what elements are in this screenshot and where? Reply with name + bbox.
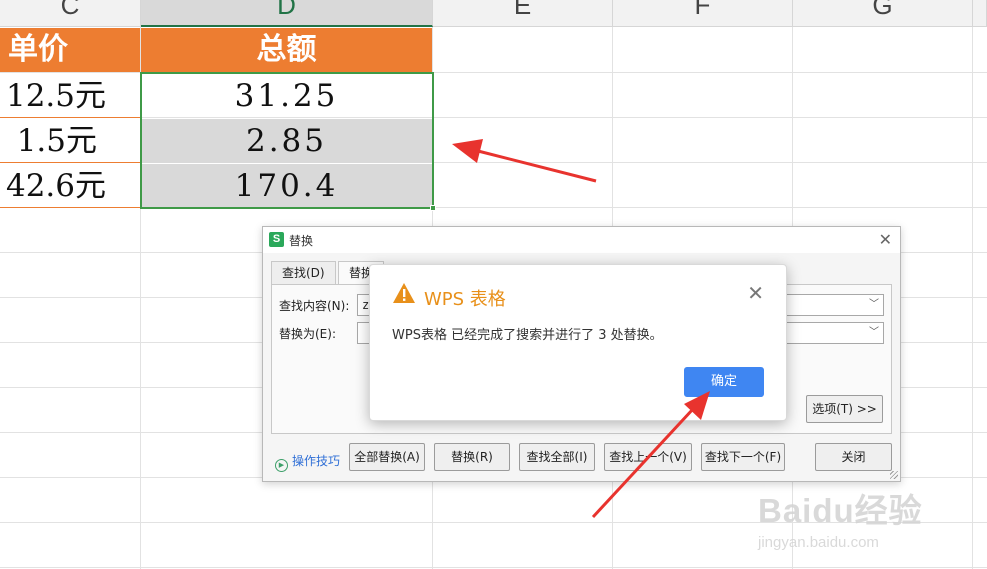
wps-spreadsheet-icon: S	[269, 232, 284, 247]
find-next-button[interactable]: 查找下一个(F)	[701, 443, 785, 471]
message-box: WPS 表格 ✕ WPS表格 已经完成了搜索并进行了 3 处替换。 确定	[369, 264, 787, 421]
find-all-button[interactable]: 查找全部(I)	[519, 443, 595, 471]
replace-label: 替换为(E):	[279, 327, 336, 341]
close-button[interactable]: 关闭	[815, 443, 892, 471]
cell-d-header[interactable]: 总额	[141, 28, 432, 72]
message-title: WPS 表格	[424, 289, 506, 310]
grid-line	[972, 27, 973, 569]
tips-label: 操作技巧	[292, 454, 341, 468]
resize-grip[interactable]	[890, 471, 898, 479]
annotation-arrow-total	[452, 139, 597, 183]
grid-line	[0, 567, 987, 568]
column-header-f[interactable]: F	[613, 0, 793, 27]
replace-button[interactable]: 替换(R)	[434, 443, 510, 471]
cell-c-row2[interactable]: 1.5元	[0, 119, 140, 163]
chevron-down-icon[interactable]: ﹀	[869, 323, 879, 343]
options-button[interactable]: 选项(T) >>	[806, 395, 883, 423]
column-header-e[interactable]: E	[433, 0, 613, 27]
cell-c-row1[interactable]: 12.5元	[0, 74, 140, 118]
cell-c-header[interactable]: 单价	[0, 28, 140, 72]
tips-link[interactable]: ▶ 操作技巧	[275, 452, 340, 472]
play-icon: ▶	[275, 459, 288, 472]
dialog-titlebar[interactable]: S 替换 ✕	[263, 227, 900, 253]
replace-all-button[interactable]: 全部替换(A)	[349, 443, 425, 471]
tab-find[interactable]: 查找(D)	[271, 261, 336, 285]
watermark-logo: Baidu经验	[758, 492, 923, 529]
close-icon[interactable]: ✕	[879, 230, 892, 249]
column-header-g[interactable]: G	[793, 0, 973, 27]
find-label: 查找内容(N):	[279, 299, 350, 313]
chevron-down-icon[interactable]: ﹀	[869, 295, 879, 315]
selection-border	[140, 72, 434, 209]
close-icon[interactable]: ✕	[747, 281, 764, 305]
fill-handle[interactable]	[430, 205, 436, 211]
watermark-url: jingyan.baidu.com	[758, 534, 879, 551]
column-header-c[interactable]: C	[0, 0, 141, 27]
dialog-title: 替换	[289, 234, 314, 248]
cell-c-row3[interactable]: 42.6元	[0, 164, 140, 208]
message-text: WPS表格 已经完成了搜索并进行了 3 处替换。	[392, 328, 663, 343]
find-previous-button[interactable]: 查找上一个(V)	[604, 443, 692, 471]
warning-icon	[393, 283, 415, 303]
column-header-d[interactable]: D	[141, 0, 433, 27]
ok-button[interactable]: 确定	[684, 367, 764, 397]
watermark: Baidu经验 jingyan.baidu.com	[758, 484, 923, 551]
column-header-blank	[973, 0, 987, 27]
